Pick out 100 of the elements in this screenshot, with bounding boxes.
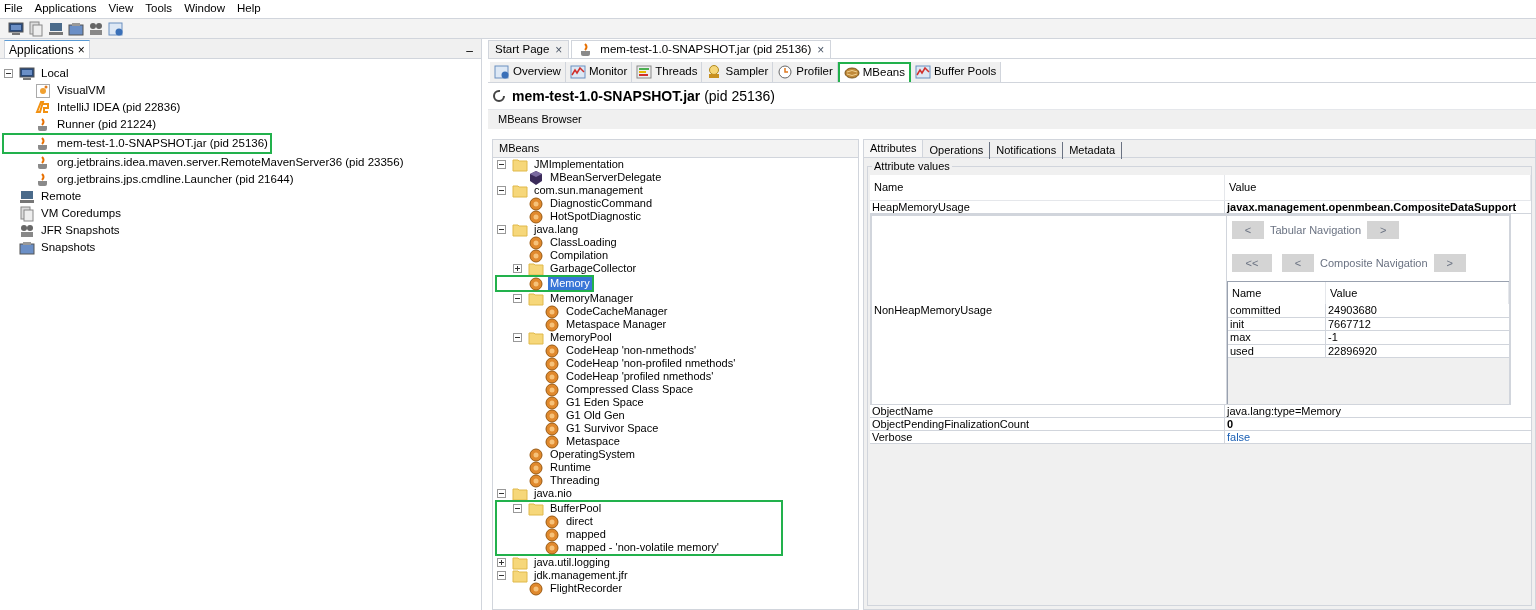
menu-item[interactable]: File: [4, 0, 23, 18]
table-cell: ObjectPendingFinalizationCount: [870, 418, 1225, 430]
tree-item[interactable]: Runtime: [548, 461, 593, 474]
collapse-icon[interactable]: [513, 294, 522, 303]
tree-item[interactable]: java.lang: [532, 223, 581, 236]
tree-item[interactable]: MemoryManager: [548, 292, 636, 305]
tree-item[interactable]: Memory: [548, 277, 592, 290]
tree-item[interactable]: CodeHeap 'non-profiled nmethods': [564, 357, 738, 370]
close-icon[interactable]: ×: [555, 40, 563, 59]
collapse-icon[interactable]: [497, 186, 506, 195]
tree-item[interactable]: DiagnosticCommand: [548, 197, 655, 210]
expand-icon[interactable]: [513, 264, 522, 273]
tree-item[interactable]: MBeanServerDelegate: [548, 171, 664, 184]
spinner-icon: [492, 89, 506, 103]
menu-item[interactable]: Tools: [145, 0, 173, 18]
expand-icon[interactable]: [497, 558, 506, 567]
menu-item[interactable]: Applications: [34, 0, 97, 18]
tree-item[interactable]: G1 Eden Space: [564, 396, 646, 409]
toolbar-icon[interactable]: [68, 20, 84, 37]
column-header[interactable]: Name: [870, 175, 1225, 200]
tree-item[interactable]: JMImplementation: [532, 158, 626, 171]
menu-item[interactable]: Window: [184, 0, 226, 18]
table-cell: used: [1228, 344, 1326, 358]
toolbar-icon[interactable]: [48, 20, 64, 37]
column-header[interactable]: Value: [1225, 175, 1531, 200]
tree-item[interactable]: Metaspace Manager: [564, 318, 669, 331]
tree-item[interactable]: org.jetbrains.jps.cmdline.Launcher (pid 21644): [55, 173, 296, 186]
tree-item[interactable]: mapped - 'non-volatile memory': [564, 541, 721, 554]
bean-icon: [544, 303, 560, 320]
tree-item[interactable]: com.sun.management: [532, 184, 645, 197]
menu-item[interactable]: View: [108, 0, 134, 18]
detail-tab[interactable]: Notifications: [990, 142, 1064, 159]
toolbar-icon[interactable]: [108, 20, 124, 37]
close-icon[interactable]: ×: [77, 40, 85, 59]
collapse-icon[interactable]: [497, 489, 506, 498]
bean-icon: [528, 446, 544, 463]
tree-item[interactable]: java.nio: [532, 487, 574, 500]
close-icon[interactable]: ×: [817, 40, 825, 59]
tree-item[interactable]: mapped: [564, 528, 608, 541]
applications-tab[interactable]: Applications ×: [4, 40, 90, 58]
document-tab[interactable]: mem-test-1.0-SNAPSHOT.jar (pid 25136) ×: [571, 40, 832, 58]
beans-icon: [843, 65, 860, 81]
bean-icon: [528, 234, 544, 251]
collapse-icon[interactable]: [4, 69, 13, 78]
view-tab[interactable]: MBeans: [837, 62, 911, 82]
tree-item[interactable]: CodeCacheManager: [564, 305, 670, 318]
tree-item[interactable]: Metaspace: [564, 435, 622, 448]
view-tab[interactable]: Sampler: [702, 62, 774, 82]
tree-item[interactable]: GarbageCollector: [548, 262, 639, 275]
tree-item[interactable]: IntelliJ IDEA (pid 22836): [55, 101, 183, 114]
tree-item[interactable]: Remote: [39, 190, 84, 203]
tree-item[interactable]: G1 Old Gen: [564, 409, 627, 422]
menu-item[interactable]: Help: [237, 0, 261, 18]
tree-item[interactable]: CodeHeap 'profiled nmethods': [564, 370, 716, 383]
collapse-icon[interactable]: [513, 333, 522, 342]
tree-item[interactable]: Local: [39, 67, 71, 80]
view-tab[interactable]: Monitor: [565, 62, 633, 82]
tree-item[interactable]: JFR Snapshots: [39, 224, 122, 237]
detail-tab[interactable]: Metadata: [1063, 142, 1123, 159]
collapse-icon[interactable]: [497, 160, 506, 169]
tree-item[interactable]: BufferPool: [548, 502, 604, 515]
tree-item[interactable]: Threading: [548, 474, 602, 487]
tree-item[interactable]: VM Coredumps: [39, 207, 123, 220]
tree-item[interactable]: OperatingSystem: [548, 448, 637, 461]
tree-item[interactable]: G1 Survivor Space: [564, 422, 661, 435]
tree-item[interactable]: Compilation: [548, 249, 611, 262]
document-tab[interactable]: Start Page ×: [488, 40, 570, 58]
view-tab[interactable]: Profiler: [773, 62, 838, 82]
view-tab[interactable]: Threads: [632, 62, 703, 82]
tree-item[interactable]: ClassLoading: [548, 236, 619, 249]
tree-item[interactable]: FlightRecorder: [548, 582, 625, 595]
tree-item[interactable]: Snapshots: [39, 241, 98, 254]
detail-tab[interactable]: Attributes: [864, 140, 924, 157]
tree-item[interactable]: java.util.logging: [532, 556, 612, 569]
tree-item[interactable]: jdk.management.jfr: [532, 569, 630, 582]
page-title: mem-test-1.0-SNAPSHOT.jar (pid 25136): [512, 86, 775, 106]
table-cell: init: [1228, 317, 1326, 331]
folder-icon: [512, 221, 528, 238]
bean-icon: [544, 407, 560, 424]
minimize-button[interactable]: –: [466, 44, 473, 58]
folder-icon: [528, 290, 544, 307]
tree-item[interactable]: MemoryPool: [548, 331, 614, 344]
tree-item[interactable]: Runner (pid 21224): [55, 118, 159, 131]
collapse-icon[interactable]: [513, 504, 522, 513]
tree-item[interactable]: mem-test-1.0-SNAPSHOT.jar (pid 25136): [55, 137, 270, 150]
view-tab[interactable]: Buffer Pools: [910, 62, 1002, 82]
bean-icon: [544, 316, 560, 333]
bean-icon: [544, 342, 560, 359]
toolbar-icon[interactable]: [88, 20, 104, 37]
bean-icon: [544, 368, 560, 385]
tree-item[interactable]: VisualVM: [55, 84, 108, 97]
tree-item[interactable]: org.jetbrains.idea.maven.server.RemoteMavenServer36 (pid 23356): [55, 156, 406, 169]
tree-item[interactable]: Compressed Class Space: [564, 383, 696, 396]
view-tab[interactable]: Overview: [490, 62, 566, 82]
collapse-icon[interactable]: [497, 225, 506, 234]
collapse-icon[interactable]: [497, 571, 506, 580]
tree-item[interactable]: direct: [564, 515, 595, 528]
tree-item[interactable]: HotSpotDiagnostic: [548, 210, 644, 223]
tree-item[interactable]: CodeHeap 'non-nmethods': [564, 344, 699, 357]
toolbar-icon[interactable]: [8, 20, 24, 37]
